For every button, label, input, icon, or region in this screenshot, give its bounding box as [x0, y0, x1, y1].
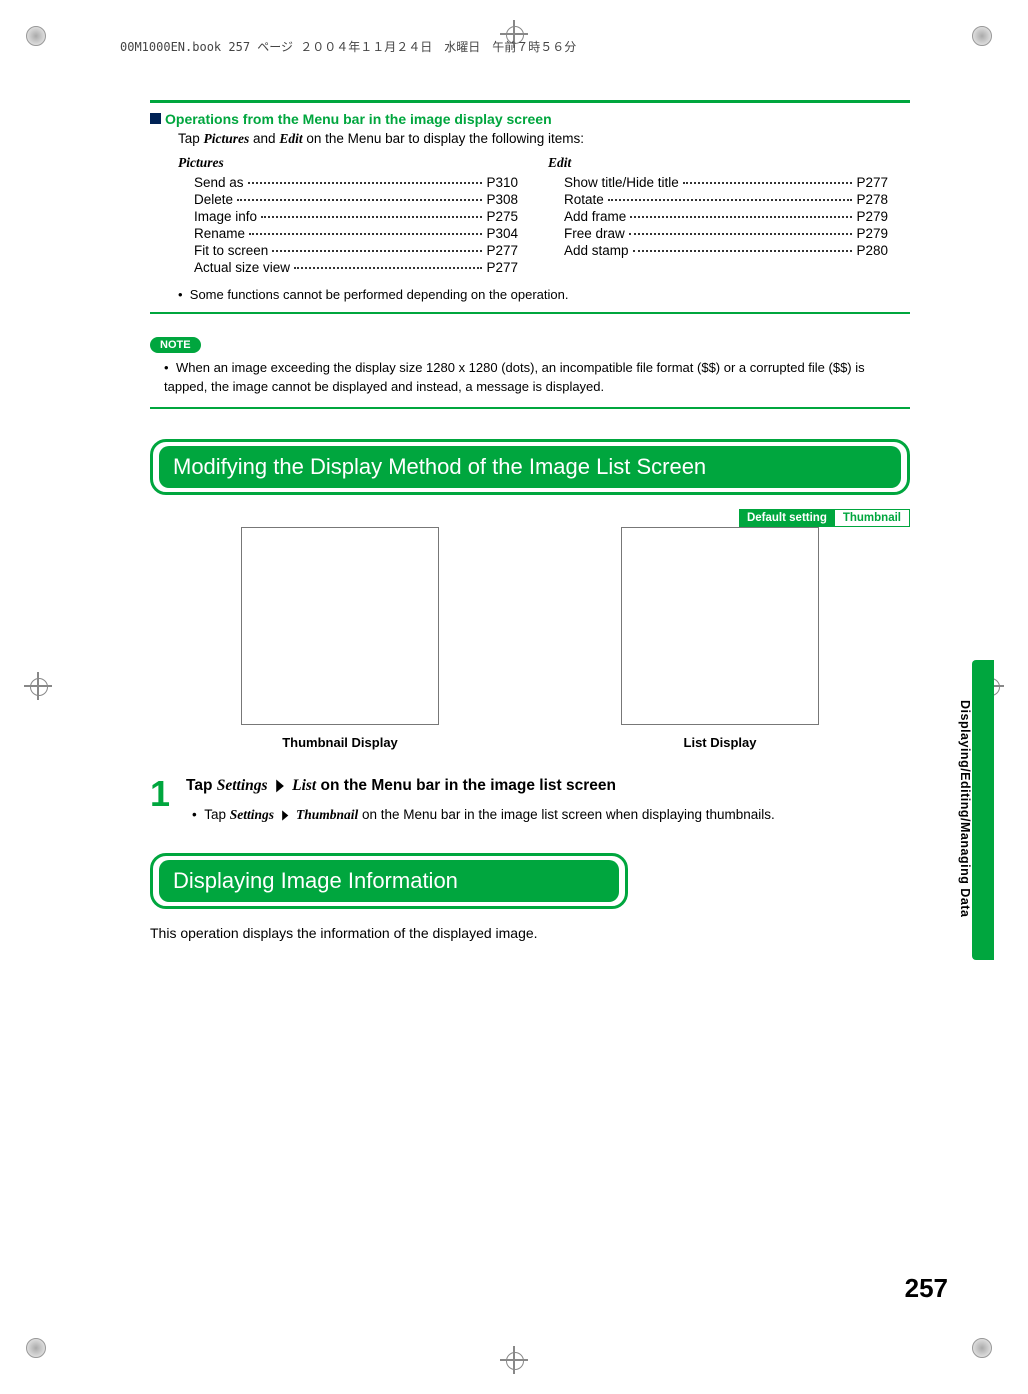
divider	[150, 100, 910, 103]
thumbnail-sample-box	[241, 527, 439, 725]
page-content: Operations from the Menu bar in the imag…	[150, 100, 910, 941]
menu-item: Show title/Hide titleP277	[564, 175, 888, 190]
section-info-body: This operation displays the information …	[150, 925, 910, 941]
menu-columns: Pictures Send asP310 DeleteP308 Image in…	[178, 155, 910, 277]
step-1: 1 Tap Settings ▶ List on the Menu bar in…	[150, 776, 910, 825]
display-samples: Thumbnail Display List Display	[150, 527, 910, 750]
menu-item: DeleteP308	[194, 192, 518, 207]
pictures-menu-ref: Pictures	[204, 131, 250, 146]
crop-mark-top-left	[26, 26, 56, 56]
list-caption: List Display	[621, 735, 819, 750]
section-modify-title: Modifying the Display Method of the Imag…	[159, 446, 901, 488]
section-info-title: Displaying Image Information	[159, 860, 619, 902]
page-number: 257	[905, 1273, 948, 1304]
menu-item: Free drawP279	[564, 226, 888, 241]
menu-item: Add stampP280	[564, 243, 888, 258]
registration-mark-bottom	[500, 1346, 528, 1374]
edit-column-header: Edit	[548, 155, 888, 171]
crop-mark-bottom-right	[972, 1338, 1002, 1368]
operations-intro: Tap Pictures and Edit on the Menu bar to…	[178, 131, 910, 147]
section-modify-title-wrap: Modifying the Display Method of the Imag…	[150, 439, 910, 495]
thumbnail-caption: Thumbnail Display	[241, 735, 439, 750]
edit-menu-ref: Edit	[279, 131, 302, 146]
pictures-column: Pictures Send asP310 DeleteP308 Image in…	[178, 155, 518, 277]
list-sample: List Display	[621, 527, 819, 750]
text: on the Menu bar to display the following…	[303, 131, 584, 146]
square-bullet-icon	[150, 113, 161, 124]
default-setting-label: Default setting	[739, 509, 835, 527]
default-setting-badge: Default settingThumbnail	[739, 509, 910, 527]
pictures-column-header: Pictures	[178, 155, 518, 171]
menu-item: Add frameP279	[564, 209, 888, 224]
section-info-title-wrap: Displaying Image Information	[150, 853, 628, 909]
operations-heading-text: Operations from the Menu bar in the imag…	[165, 111, 552, 127]
menu-item: Actual size viewP277	[194, 260, 518, 275]
default-setting-value: Thumbnail	[834, 509, 910, 527]
note-body: •When an image exceeding the display siz…	[164, 359, 910, 397]
step-number: 1	[150, 776, 168, 812]
thumbnail-sample: Thumbnail Display	[241, 527, 439, 750]
divider	[150, 312, 910, 314]
operations-heading: Operations from the Menu bar in the imag…	[150, 111, 910, 127]
text: When an image exceeding the display size…	[164, 360, 865, 394]
triangle-icon: ▶	[276, 776, 283, 795]
step-sub: • Tap Settings ▶ Thumbnail on the Menu b…	[192, 805, 910, 825]
step-body: Tap Settings ▶ List on the Menu bar in t…	[186, 776, 910, 825]
edit-column: Edit Show title/Hide titleP277 RotateP27…	[548, 155, 888, 277]
operations-footnote: • Some functions cannot be performed dep…	[178, 287, 910, 302]
menu-item: Image infoP275	[194, 209, 518, 224]
text: and	[249, 131, 279, 146]
menu-item: Send asP310	[194, 175, 518, 190]
triangle-icon: ▶	[282, 805, 288, 825]
text: Tap	[178, 131, 204, 146]
menu-item: RenameP304	[194, 226, 518, 241]
crop-mark-bottom-left	[26, 1338, 56, 1368]
note-block: NOTE •When an image exceeding the displa…	[150, 336, 910, 397]
document-header: 00M1000EN.book 257 ページ ２００４年１１月２４日 水曜日 午…	[120, 38, 576, 55]
step-title: Tap Settings ▶ List on the Menu bar in t…	[186, 776, 910, 795]
note-tag: NOTE	[150, 337, 201, 353]
side-tab-label: Displaying/Editing/Managing Data	[958, 700, 972, 917]
menu-item: RotateP278	[564, 192, 888, 207]
menu-item: Fit to screenP277	[194, 243, 518, 258]
text: Some functions cannot be performed depen…	[190, 287, 569, 302]
crop-mark-top-right	[972, 26, 1002, 56]
side-tab	[972, 660, 994, 960]
list-sample-box	[621, 527, 819, 725]
registration-mark-left	[24, 672, 52, 700]
divider	[150, 407, 910, 409]
